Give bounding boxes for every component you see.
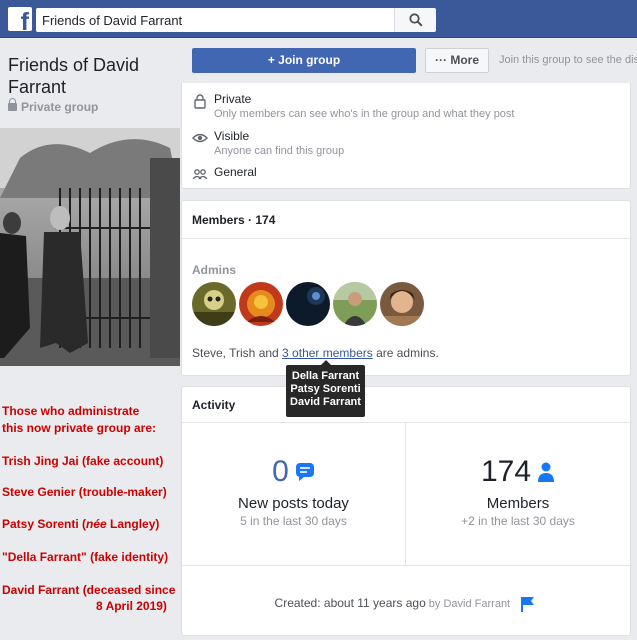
- admins-label: Admins: [192, 263, 237, 277]
- avatar[interactable]: [286, 282, 330, 326]
- admins-tooltip: Della Farrant Patsy Sorenti David Farran…: [286, 360, 365, 417]
- join-group-button[interactable]: + Join group: [192, 48, 416, 73]
- tooltip-name: David Farrant: [290, 396, 361, 408]
- avatar[interactable]: [333, 282, 377, 326]
- search-button[interactable]: [394, 8, 436, 32]
- annotation-patsy: Patsy Sorenti (née Langley): [2, 517, 160, 531]
- new-posts-count: 0: [272, 455, 315, 489]
- flag-icon: [521, 597, 535, 612]
- divider: [182, 565, 630, 566]
- members-title: Members: [486, 495, 550, 512]
- about-private-title: Private: [214, 92, 252, 106]
- about-visible-desc: Anyone can find this group: [214, 145, 345, 157]
- tooltip-name: Della Farrant: [291, 370, 360, 382]
- about-card: Private Only members can see who's in th…: [181, 83, 631, 189]
- other-members-link[interactable]: 3 other members: [282, 346, 373, 360]
- annotation-intro-1: Those who administrate: [2, 404, 140, 418]
- about-private-desc: Only members can see who's in the group …: [214, 108, 515, 120]
- about-category: General: [214, 165, 257, 179]
- members-sub: +2 in the last 30 days: [461, 514, 575, 528]
- new-posts-stat: 0 New posts today 5 in the last 30 days: [182, 423, 406, 565]
- lock-icon: [8, 98, 17, 111]
- annotation-della: "Della Farrant" (fake identity): [2, 550, 169, 564]
- about-visible-title: Visible: [214, 129, 250, 143]
- activity-header: Activity: [182, 387, 630, 423]
- admin-avatars: [192, 282, 424, 326]
- annotation-intro-2: this now private group are:: [2, 421, 157, 435]
- annotation-david-2: 8 April 2019): [96, 599, 167, 613]
- annotation-trish: Trish Jing Jai (fake account): [2, 454, 164, 468]
- facebook-logo-icon[interactable]: f: [8, 7, 32, 35]
- chat-icon: [295, 463, 314, 481]
- top-bar: f Friends of David Farrant: [0, 0, 637, 38]
- admins-summary: Steve, Trish and 3 other members are adm…: [192, 346, 439, 360]
- members-stat: 174 Members +2 in the last 30 days: [406, 423, 630, 565]
- members-header[interactable]: Members · 174: [182, 201, 630, 239]
- annotation-david-1: David Farrant (deceased since: [2, 583, 176, 597]
- about-visible-row: Visible Anyone can find this group: [192, 129, 344, 158]
- privacy-label: Private group: [8, 98, 99, 114]
- people-icon: [192, 169, 208, 180]
- privacy-text: Private group: [21, 100, 99, 114]
- about-category-row: General: [192, 165, 257, 182]
- created-info: Created: about 11 years ago by David Far…: [182, 595, 630, 613]
- tooltip-name: Patsy Sorenti: [290, 383, 361, 395]
- new-posts-sub: 5 in the last 30 days: [240, 514, 347, 528]
- members-card: Members · 174 Admins Steve, Trish and 3 …: [181, 200, 631, 376]
- annotation-steve: Steve Genier (trouble-maker): [2, 485, 167, 499]
- new-posts-title: New posts today: [238, 495, 349, 512]
- search-input[interactable]: Friends of David Farrant: [36, 8, 394, 32]
- avatar[interactable]: [192, 282, 236, 326]
- group-title: Friends of David Farrant: [8, 55, 140, 97]
- about-private-row: Private Only members can see who's in th…: [192, 92, 515, 121]
- avatar[interactable]: [239, 282, 283, 326]
- more-button[interactable]: ··· More: [425, 48, 489, 73]
- person-icon: [538, 462, 555, 482]
- join-hint-text: Join this group to see the dis: [499, 54, 637, 66]
- group-cover-photo[interactable]: [0, 128, 180, 366]
- lock-icon: [194, 94, 206, 109]
- eye-icon: [192, 133, 208, 143]
- activity-card: Activity 0 New posts today 5 in the last…: [181, 386, 631, 636]
- members-count: 174: [481, 455, 555, 489]
- search-icon: [409, 13, 423, 27]
- avatar[interactable]: [380, 282, 424, 326]
